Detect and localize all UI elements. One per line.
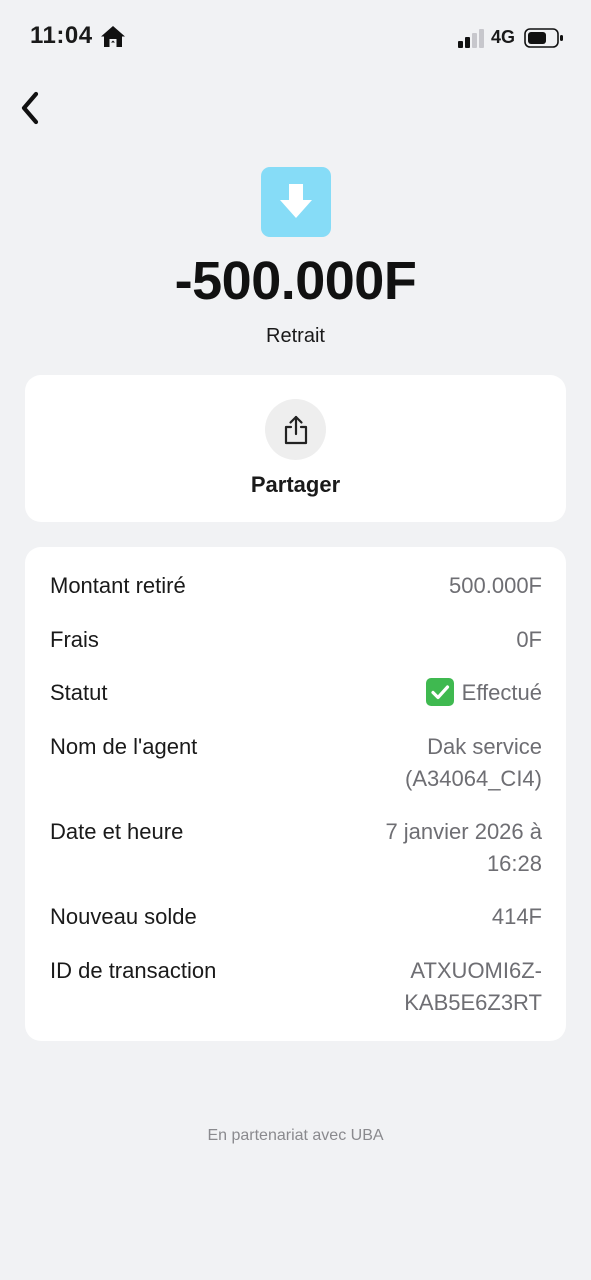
signal-icon (458, 29, 484, 48)
detail-value: 500.000F (449, 573, 542, 598)
chevron-left-icon (21, 91, 39, 125)
status-time: 11:04 (30, 22, 93, 49)
detail-row-balance: Nouveau solde 414F (50, 901, 542, 933)
detail-row-date: Date et heure 7 janvier 2026 à 16:28 (50, 816, 542, 880)
share-card: Partager (25, 375, 566, 522)
network-label: 4G (491, 27, 516, 47)
transaction-id-value[interactable]: ATXUOMI6Z- KAB5E6Z3RT (404, 955, 542, 1019)
share-label[interactable]: Partager (25, 472, 566, 498)
share-icon (284, 415, 307, 444)
detail-row-fees: Frais 0F (50, 624, 542, 656)
battery-icon (524, 28, 563, 48)
detail-label: Montant retiré (50, 573, 186, 598)
share-button[interactable] (265, 399, 326, 460)
detail-row-transaction-id: ID de transaction ATXUOMI6Z- KAB5E6Z3RT (50, 955, 542, 1019)
status-value: Effectué (425, 677, 542, 709)
status-text: Effectué (461, 680, 542, 705)
withdrawal-icon (261, 167, 331, 237)
arrow-down-icon (280, 184, 312, 218)
transaction-amount: -500.000F (174, 251, 417, 311)
details-card: Montant retiré 500.000F Frais 0F Statut … (25, 547, 566, 1041)
detail-label: Statut (50, 680, 108, 705)
check-mark-icon (425, 678, 454, 706)
transaction-type: Retrait (266, 325, 325, 347)
transaction-id-part1: ATXUOMI6Z- (410, 958, 542, 983)
detail-label: Nouveau solde (50, 904, 197, 929)
detail-label: ID de transaction (50, 958, 217, 983)
status-bar: 11:04 4G (0, 0, 591, 76)
partner-note: En partenariat avec UBA (207, 1127, 384, 1144)
detail-label: Frais (50, 627, 99, 652)
transaction-id-part2: KAB5E6Z3RT (404, 990, 542, 1015)
date-text: 7 janvier 2026 à (385, 819, 542, 844)
detail-row-amount: Montant retiré 500.000F (50, 570, 542, 602)
detail-value: 7 janvier 2026 à 16:28 (385, 816, 542, 880)
detail-label: Nom de l'agent (50, 734, 198, 759)
detail-label: Date et heure (50, 819, 184, 844)
home-icon (101, 26, 125, 47)
agent-name: Dak service (427, 734, 542, 759)
time-text: 16:28 (486, 851, 542, 876)
detail-value: 414F (491, 904, 542, 929)
detail-value: Dak service (A34064_CI4) (405, 731, 542, 795)
back-button[interactable] (10, 86, 50, 130)
agent-code: (A34064_CI4) (405, 766, 542, 791)
detail-row-agent: Nom de l'agent Dak service (A34064_CI4) (50, 731, 542, 795)
detail-value: 0F (516, 627, 542, 652)
detail-row-status: Statut Effectué (50, 677, 542, 709)
